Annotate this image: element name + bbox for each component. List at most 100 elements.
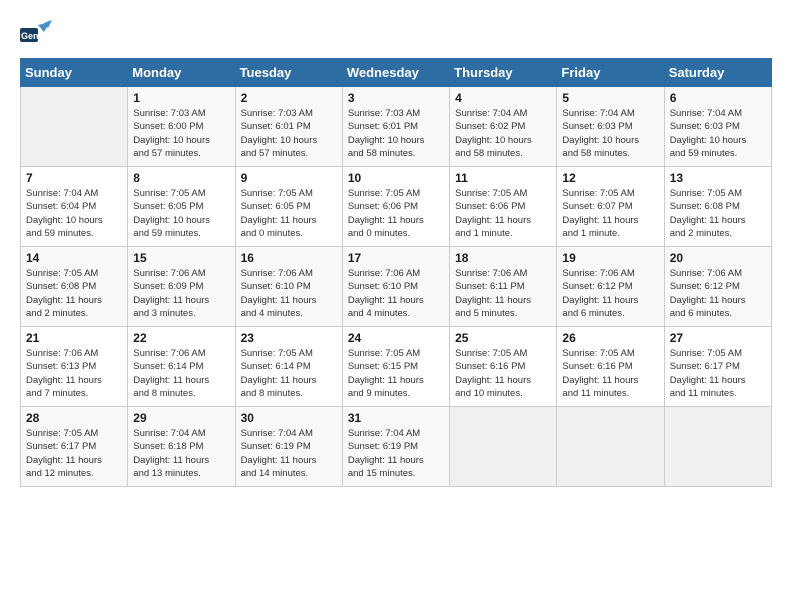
day-number: 25 <box>455 331 551 345</box>
day-cell: 20Sunrise: 7:06 AM Sunset: 6:12 PM Dayli… <box>664 247 771 327</box>
day-number: 15 <box>133 251 229 265</box>
day-info: Sunrise: 7:03 AM Sunset: 6:01 PM Dayligh… <box>241 107 337 160</box>
day-info: Sunrise: 7:05 AM Sunset: 6:05 PM Dayligh… <box>241 187 337 240</box>
day-number: 9 <box>241 171 337 185</box>
day-cell: 19 Sunrise: 7:06 AM Sunset: 6:12 PM Dayli… <box>557 247 664 327</box>
day-number: 3 <box>348 91 444 105</box>
day-info: Sunrise: 7:04 AM Sunset: 6:19 PM Dayligh… <box>241 427 337 480</box>
day-cell: 12Sunrise: 7:05 AM Sunset: 6:07 PM Dayli… <box>557 167 664 247</box>
day-info: Sunrise: 7:04 AM Sunset: 6:03 PM Dayligh… <box>562 107 658 160</box>
day-cell <box>21 87 128 167</box>
day-cell: 21 Sunrise: 7:06 AM Sunset: 6:13 PM Dayli… <box>21 327 128 407</box>
header-cell-thursday: Thursday <box>450 59 557 87</box>
day-number: 16 <box>241 251 337 265</box>
day-info: Sunrise: 7:05 AM Sunset: 6:17 PM Dayligh… <box>26 427 122 480</box>
day-number: 17 <box>348 251 444 265</box>
day-number: 30 <box>241 411 337 425</box>
day-cell: 10 Sunrise: 7:05 AM Sunset: 6:06 PM Dayli… <box>342 167 449 247</box>
day-cell: 24Sunrise: 7:05 AM Sunset: 6:15 PM Dayli… <box>342 327 449 407</box>
day-info: Sunrise: 7:05 AM Sunset: 6:08 PM Dayligh… <box>26 267 122 320</box>
day-cell: 27 Sunrise: 7:05 AM Sunset: 6:17 PM Dayli… <box>664 327 771 407</box>
day-cell: 11 Sunrise: 7:05 AM Sunset: 6:06 PM Dayli… <box>450 167 557 247</box>
day-number: 23 <box>241 331 337 345</box>
day-cell: 15Sunrise: 7:06 AM Sunset: 6:09 PM Dayli… <box>128 247 235 327</box>
day-cell: 2Sunrise: 7:03 AM Sunset: 6:01 PM Daylig… <box>235 87 342 167</box>
day-info: Sunrise: 7:06 AM Sunset: 6:11 PM Dayligh… <box>455 267 551 320</box>
day-info: Sunrise: 7:04 AM Sunset: 6:18 PM Dayligh… <box>133 427 229 480</box>
day-cell: 25 Sunrise: 7:05 AM Sunset: 6:16 PM Dayli… <box>450 327 557 407</box>
header-row: SundayMondayTuesdayWednesdayThursdayFrid… <box>21 59 772 87</box>
day-cell <box>557 407 664 487</box>
day-number: 22 <box>133 331 229 345</box>
day-cell: 26Sunrise: 7:05 AM Sunset: 6:16 PM Dayli… <box>557 327 664 407</box>
week-row-1: 1 Sunrise: 7:03 AM Sunset: 6:00 PM Daylig… <box>21 87 772 167</box>
header-cell-saturday: Saturday <box>664 59 771 87</box>
day-cell: 4 Sunrise: 7:04 AM Sunset: 6:02 PM Daylig… <box>450 87 557 167</box>
calendar-table: SundayMondayTuesdayWednesdayThursdayFrid… <box>20 58 772 487</box>
day-number: 5 <box>562 91 658 105</box>
day-cell: 14 Sunrise: 7:05 AM Sunset: 6:08 PM Dayli… <box>21 247 128 327</box>
header-cell-friday: Friday <box>557 59 664 87</box>
day-number: 8 <box>133 171 229 185</box>
day-number: 21 <box>26 331 122 345</box>
day-cell: 22 Sunrise: 7:06 AM Sunset: 6:14 PM Dayli… <box>128 327 235 407</box>
day-number: 26 <box>562 331 658 345</box>
logo: Gen <box>20 20 56 48</box>
day-cell: 8 Sunrise: 7:05 AM Sunset: 6:05 PM Daylig… <box>128 167 235 247</box>
day-number: 11 <box>455 171 551 185</box>
day-cell: 29 Sunrise: 7:04 AM Sunset: 6:18 PM Dayli… <box>128 407 235 487</box>
day-number: 31 <box>348 411 444 425</box>
day-info: Sunrise: 7:04 AM Sunset: 6:03 PM Dayligh… <box>670 107 766 160</box>
day-info: Sunrise: 7:06 AM Sunset: 6:13 PM Dayligh… <box>26 347 122 400</box>
day-number: 4 <box>455 91 551 105</box>
day-cell: 13Sunrise: 7:05 AM Sunset: 6:08 PM Dayli… <box>664 167 771 247</box>
day-info: Sunrise: 7:05 AM Sunset: 6:16 PM Dayligh… <box>455 347 551 400</box>
day-number: 27 <box>670 331 766 345</box>
day-number: 19 <box>562 251 658 265</box>
day-info: Sunrise: 7:05 AM Sunset: 6:05 PM Dayligh… <box>133 187 229 240</box>
day-info: Sunrise: 7:04 AM Sunset: 6:04 PM Dayligh… <box>26 187 122 240</box>
day-cell: 1 Sunrise: 7:03 AM Sunset: 6:00 PM Daylig… <box>128 87 235 167</box>
day-info: Sunrise: 7:05 AM Sunset: 6:17 PM Dayligh… <box>670 347 766 400</box>
day-cell: 23 Sunrise: 7:05 AM Sunset: 6:14 PM Dayli… <box>235 327 342 407</box>
day-number: 28 <box>26 411 122 425</box>
day-info: Sunrise: 7:05 AM Sunset: 6:06 PM Dayligh… <box>455 187 551 240</box>
day-cell: 16 Sunrise: 7:06 AM Sunset: 6:10 PM Dayli… <box>235 247 342 327</box>
day-number: 1 <box>133 91 229 105</box>
day-cell: 31Sunrise: 7:04 AM Sunset: 6:19 PM Dayli… <box>342 407 449 487</box>
week-row-2: 7Sunrise: 7:04 AM Sunset: 6:04 PM Daylig… <box>21 167 772 247</box>
day-cell: 30 Sunrise: 7:04 AM Sunset: 6:19 PM Dayli… <box>235 407 342 487</box>
day-cell: 18 Sunrise: 7:06 AM Sunset: 6:11 PM Dayli… <box>450 247 557 327</box>
day-info: Sunrise: 7:05 AM Sunset: 6:15 PM Dayligh… <box>348 347 444 400</box>
week-row-4: 21 Sunrise: 7:06 AM Sunset: 6:13 PM Dayli… <box>21 327 772 407</box>
day-cell: 5 Sunrise: 7:04 AM Sunset: 6:03 PM Daylig… <box>557 87 664 167</box>
header-cell-monday: Monday <box>128 59 235 87</box>
svg-text:Gen: Gen <box>21 31 39 41</box>
day-number: 10 <box>348 171 444 185</box>
header-cell-sunday: Sunday <box>21 59 128 87</box>
day-info: Sunrise: 7:06 AM Sunset: 6:10 PM Dayligh… <box>241 267 337 320</box>
week-row-5: 28 Sunrise: 7:05 AM Sunset: 6:17 PM Dayli… <box>21 407 772 487</box>
day-info: Sunrise: 7:06 AM Sunset: 6:12 PM Dayligh… <box>562 267 658 320</box>
day-info: Sunrise: 7:06 AM Sunset: 6:14 PM Dayligh… <box>133 347 229 400</box>
day-number: 18 <box>455 251 551 265</box>
logo-icon: Gen <box>20 20 52 48</box>
day-cell: 9 Sunrise: 7:05 AM Sunset: 6:05 PM Daylig… <box>235 167 342 247</box>
day-cell: 17Sunrise: 7:06 AM Sunset: 6:10 PM Dayli… <box>342 247 449 327</box>
day-number: 6 <box>670 91 766 105</box>
calendar-body: 1 Sunrise: 7:03 AM Sunset: 6:00 PM Daylig… <box>21 87 772 487</box>
day-info: Sunrise: 7:05 AM Sunset: 6:07 PM Dayligh… <box>562 187 658 240</box>
header-cell-wednesday: Wednesday <box>342 59 449 87</box>
day-info: Sunrise: 7:05 AM Sunset: 6:06 PM Dayligh… <box>348 187 444 240</box>
day-info: Sunrise: 7:05 AM Sunset: 6:08 PM Dayligh… <box>670 187 766 240</box>
day-number: 14 <box>26 251 122 265</box>
day-cell: 7Sunrise: 7:04 AM Sunset: 6:04 PM Daylig… <box>21 167 128 247</box>
day-number: 29 <box>133 411 229 425</box>
day-info: Sunrise: 7:05 AM Sunset: 6:14 PM Dayligh… <box>241 347 337 400</box>
week-row-3: 14 Sunrise: 7:05 AM Sunset: 6:08 PM Dayli… <box>21 247 772 327</box>
day-cell: 3 Sunrise: 7:03 AM Sunset: 6:01 PM Daylig… <box>342 87 449 167</box>
header-cell-tuesday: Tuesday <box>235 59 342 87</box>
day-info: Sunrise: 7:03 AM Sunset: 6:00 PM Dayligh… <box>133 107 229 160</box>
day-info: Sunrise: 7:04 AM Sunset: 6:02 PM Dayligh… <box>455 107 551 160</box>
day-info: Sunrise: 7:03 AM Sunset: 6:01 PM Dayligh… <box>348 107 444 160</box>
